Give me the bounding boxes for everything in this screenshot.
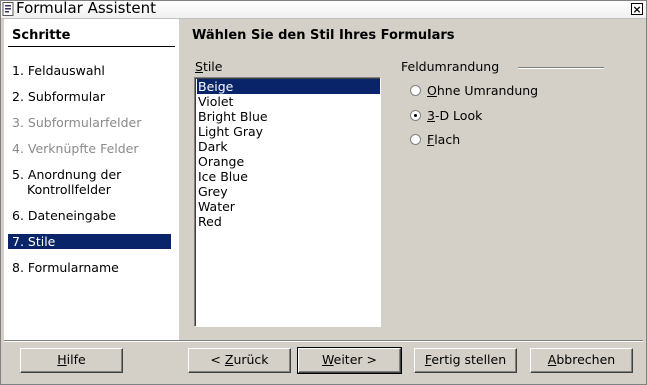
list-item-beige[interactable]: Beige bbox=[197, 79, 380, 94]
cancel-button[interactable]: Abbrechen bbox=[530, 348, 633, 373]
button-text: eiter > bbox=[333, 352, 377, 367]
styles-label-text: tile bbox=[202, 59, 223, 74]
button-text: ertig stellen bbox=[431, 352, 507, 367]
step-feldauswahl[interactable]: 1. Feldauswahl bbox=[8, 63, 171, 78]
step-anordnung-line1: 5. Anordnung der bbox=[12, 167, 122, 182]
styles-listbox[interactable]: Beige Violet Bright Blue Light Gray Dark… bbox=[194, 77, 381, 327]
radio-label-ohne-umrandung: Ohne Umrandung bbox=[427, 83, 538, 98]
button-text: urück bbox=[233, 352, 269, 367]
list-item-bright-blue[interactable]: Bright Blue bbox=[197, 109, 380, 124]
step-anordnung[interactable]: 5. Anordnung der Kontrollfelder bbox=[8, 167, 171, 197]
step-subformular[interactable]: 2. Subformular bbox=[8, 89, 171, 104]
radio-ohne-umrandung[interactable]: Ohne Umrandung bbox=[410, 83, 610, 99]
button-text: ilfe bbox=[66, 352, 86, 367]
page-title: Wählen Sie den Stil Ihres Formulars bbox=[192, 28, 455, 43]
next-button[interactable]: Weiter > bbox=[297, 347, 402, 374]
steps-header: Schritte bbox=[12, 28, 71, 43]
footer-divider bbox=[4, 340, 643, 342]
step-dateneingabe[interactable]: 6. Dateneingabe bbox=[8, 208, 171, 223]
step-subformularfelder: 3. Subformularfelder bbox=[12, 115, 142, 130]
radio-label-flach: Flach bbox=[427, 132, 460, 147]
step-stile[interactable]: 7. Stile bbox=[8, 234, 171, 249]
list-item-violet[interactable]: Violet bbox=[197, 94, 380, 109]
back-button[interactable]: < Zurück bbox=[188, 348, 291, 373]
list-item-red[interactable]: Red bbox=[197, 214, 380, 229]
border-group-label: Feldumrandung bbox=[401, 59, 500, 74]
list-item-orange[interactable]: Orange bbox=[197, 154, 380, 169]
mnemonic: W bbox=[322, 352, 334, 367]
mnemonic: 3 bbox=[427, 108, 435, 123]
radio-circle-icon[interactable] bbox=[410, 110, 421, 121]
radio-text: hne Umrandung bbox=[436, 83, 539, 98]
radio-3d-look[interactable]: 3-D Look bbox=[410, 108, 610, 124]
finish-button[interactable]: Fertig stellen bbox=[414, 348, 517, 373]
step-verknuepfte-felder: 4. Verknüpfte Felder bbox=[12, 141, 139, 156]
mnemonic: O bbox=[427, 83, 437, 98]
step-formularname[interactable]: 8. Formularname bbox=[8, 260, 171, 275]
styles-label-mnemonic: S bbox=[195, 59, 203, 74]
app-icon bbox=[2, 2, 14, 16]
steps-divider bbox=[8, 46, 175, 47]
list-item-grey[interactable]: Grey bbox=[197, 184, 380, 199]
mnemonic: H bbox=[57, 352, 67, 367]
close-icon[interactable]: × bbox=[631, 3, 643, 15]
button-text: < bbox=[210, 352, 225, 367]
form-wizard-window: Formular Assistent × Schritte 1. Feldaus… bbox=[0, 0, 647, 385]
styles-label: Stile bbox=[195, 59, 222, 74]
radio-text: -D Look bbox=[434, 108, 483, 123]
window-title: Formular Assistent bbox=[16, 0, 156, 17]
list-item-water[interactable]: Water bbox=[197, 199, 380, 214]
border-group-line bbox=[518, 67, 604, 69]
title-bar[interactable]: Formular Assistent × bbox=[1, 0, 646, 19]
list-item-light-gray[interactable]: Light Gray bbox=[197, 124, 380, 139]
step-anordnung-line2: Kontrollfelder bbox=[27, 182, 111, 197]
button-text: bbrechen bbox=[556, 352, 616, 367]
radio-text: lach bbox=[434, 132, 461, 147]
help-button[interactable]: Hilfe bbox=[20, 348, 123, 373]
radio-circle-icon[interactable] bbox=[410, 85, 421, 96]
radio-checked-dot-icon bbox=[414, 114, 417, 117]
list-item-dark[interactable]: Dark bbox=[197, 139, 380, 154]
list-item-ice-blue[interactable]: Ice Blue bbox=[197, 169, 380, 184]
radio-label-3d-look: 3-D Look bbox=[427, 108, 482, 123]
steps-panel: Schritte 1. Feldauswahl 2. Subformular 3… bbox=[4, 19, 179, 340]
radio-circle-icon[interactable] bbox=[410, 134, 421, 145]
radio-flach[interactable]: Flach bbox=[410, 132, 610, 148]
